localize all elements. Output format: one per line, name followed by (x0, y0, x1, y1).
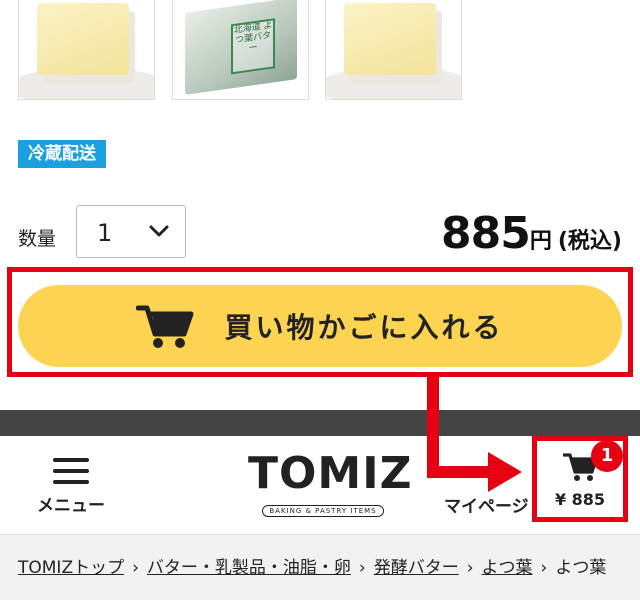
cart-icon (136, 305, 194, 348)
menu-button[interactable]: メニュー (28, 458, 114, 524)
tomiz-logo[interactable]: TOMIZ BAKING & PASTRY ITEMS (248, 448, 413, 530)
breadcrumb-item-yotsuba[interactable]: よつ葉 (482, 558, 533, 578)
package-label: 北海道 よつ葉バター (231, 18, 275, 75)
breadcrumb-item-top[interactable]: TOMIZトップ (18, 558, 124, 578)
thumbnail-butter-plate-2[interactable] (325, 0, 462, 100)
butter-block (344, 3, 436, 75)
price-amount: 885 (441, 208, 531, 259)
logo-text: TOMIZ (248, 448, 413, 499)
breadcrumb-item-dairy[interactable]: バター・乳製品・油脂・卵 (147, 558, 351, 578)
mypage-link[interactable]: マイページ (444, 492, 529, 517)
breadcrumb-item-fermented-butter[interactable]: 発酵バター (374, 558, 459, 578)
thumbnail-butter-plate-1[interactable] (18, 0, 155, 100)
cart-total: ¥ 885 (554, 490, 606, 509)
cart-count-badge: 1 (591, 440, 623, 472)
header-cart-button[interactable]: 1 ¥ 885 (545, 440, 623, 514)
quantity-value: 1 (97, 219, 113, 247)
add-to-cart-label: 買い物かごに入れる (224, 311, 504, 344)
chevron-down-icon (149, 225, 169, 237)
chevron-right-icon: › (466, 558, 474, 578)
hamburger-icon (53, 458, 89, 484)
thumbnail-butter-package[interactable]: 北海道 よつ葉バター (172, 0, 309, 100)
price: 885円 (税込) (441, 208, 622, 259)
price-tax-note: (税込) (557, 229, 622, 254)
breadcrumb-item-current: よつ葉 (555, 558, 607, 578)
butter-package: 北海道 よつ葉バター (185, 0, 297, 95)
cold-shipping-badge: 冷蔵配送 (18, 140, 106, 168)
quantity-label: 数量 (18, 228, 57, 250)
product-thumbnails: 北海道 よつ葉バター (0, 0, 640, 103)
menu-label: メニュー (37, 496, 105, 516)
chevron-right-icon: › (358, 558, 366, 578)
butter-block (37, 3, 129, 75)
price-currency: 円 (529, 229, 552, 254)
logo-tagline: BAKING & PASTRY ITEMS (262, 505, 384, 517)
divider-bar (0, 410, 640, 436)
chevron-right-icon: › (540, 558, 548, 578)
add-to-cart-button[interactable]: 買い物かごに入れる (18, 285, 622, 367)
chevron-right-icon: › (132, 558, 139, 578)
breadcrumb: TOMIZトップ › バター・乳製品・油脂・卵 › 発酵バター › よつ葉 › よつ葉 (0, 534, 640, 600)
quantity-select[interactable]: 1 (76, 205, 186, 258)
